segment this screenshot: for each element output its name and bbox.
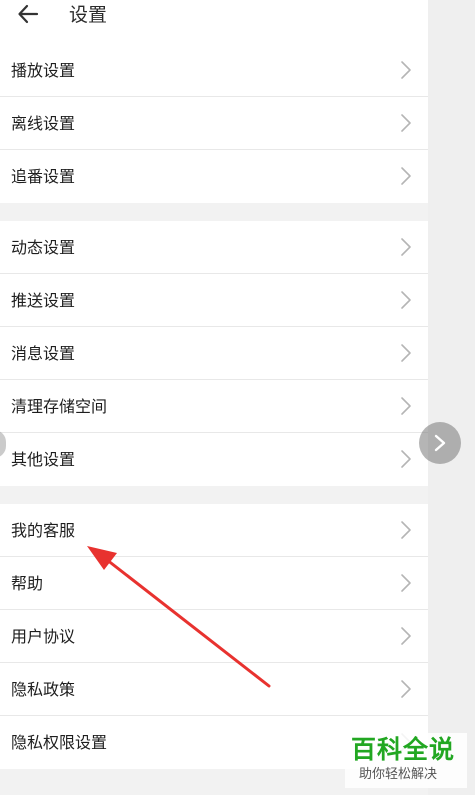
chevron-right-icon: [401, 114, 411, 132]
settings-row-other[interactable]: 其他设置: [0, 433, 428, 486]
page-title: 设置: [69, 4, 108, 26]
row-label: 用户协议: [11, 627, 76, 646]
row-label: 动态设置: [11, 238, 76, 257]
settings-row-follow[interactable]: 追番设置: [0, 150, 428, 203]
settings-row-user-agreement[interactable]: 用户协议: [0, 610, 428, 663]
settings-row-dynamic[interactable]: 动态设置: [0, 221, 428, 274]
row-label: 清理存储空间: [11, 397, 108, 416]
watermark-title: 百科全说: [351, 735, 456, 764]
watermark-logo: 百科全说 助你轻松解决: [345, 733, 467, 788]
chevron-right-icon: [434, 434, 446, 452]
chevron-right-icon: [401, 344, 411, 362]
row-label: 追番设置: [11, 167, 76, 186]
row-label: 我的客服: [11, 521, 76, 540]
chevron-right-icon: [401, 627, 411, 645]
chevron-right-icon: [401, 167, 411, 185]
row-label: 隐私权限设置: [11, 733, 108, 752]
arrow-left-icon[interactable]: [16, 2, 40, 26]
settings-row-push[interactable]: 推送设置: [0, 274, 428, 327]
chevron-right-icon: [401, 238, 411, 256]
row-label: 播放设置: [11, 61, 76, 80]
row-label: 帮助: [11, 574, 44, 593]
settings-row-offline[interactable]: 离线设置: [0, 97, 428, 150]
settings-group-support: 我的客服 帮助 用户协议 隐私政策 隐私权限设置: [0, 504, 428, 769]
side-gutter: [428, 0, 475, 795]
chevron-right-icon: [401, 291, 411, 309]
chevron-right-icon: [401, 680, 411, 698]
row-label: 消息设置: [11, 344, 76, 363]
settings-row-privacy-policy[interactable]: 隐私政策: [0, 663, 428, 716]
settings-row-help[interactable]: 帮助: [0, 557, 428, 610]
chevron-right-icon: [401, 521, 411, 539]
row-label: 其他设置: [11, 450, 76, 469]
top-bar: 设置: [0, 0, 428, 44]
settings-row-customer-service[interactable]: 我的客服: [0, 504, 428, 557]
chevron-right-icon: [401, 397, 411, 415]
next-page-button[interactable]: [419, 422, 461, 464]
chevron-right-icon: [401, 574, 411, 592]
row-label: 隐私政策: [11, 680, 76, 699]
chevron-right-icon: [401, 450, 411, 468]
chevron-right-icon: [401, 61, 411, 79]
settings-row-playback[interactable]: 播放设置: [0, 44, 428, 97]
settings-screen: 设置 播放设置 离线设置 追番设置 动态设置 推送设置 消息设置 清理存储空间 …: [0, 0, 428, 795]
settings-group-playback: 播放设置 离线设置 追番设置: [0, 44, 428, 203]
watermark-subtitle: 助你轻松解决: [359, 767, 438, 782]
settings-row-storage[interactable]: 清理存储空间: [0, 380, 428, 433]
settings-row-messages[interactable]: 消息设置: [0, 327, 428, 380]
row-label: 离线设置: [11, 114, 76, 133]
settings-group-general: 动态设置 推送设置 消息设置 清理存储空间 其他设置: [0, 221, 428, 486]
row-label: 推送设置: [11, 291, 76, 310]
